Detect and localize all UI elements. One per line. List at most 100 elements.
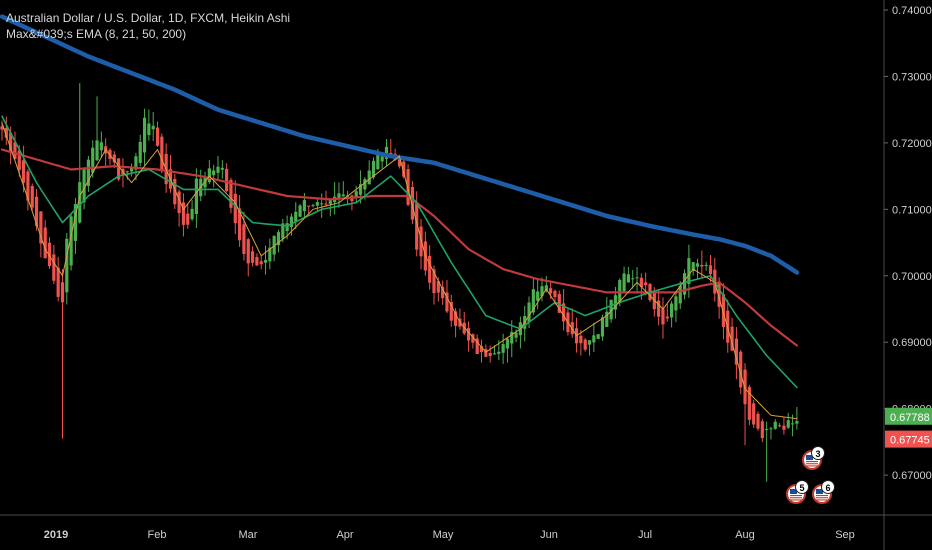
candle-body [635,277,639,279]
candle-body [778,425,782,427]
candle-body [795,421,799,424]
candle-body [298,205,302,217]
candle-body [626,274,630,283]
candle-body [501,344,505,353]
candle-body [488,352,492,357]
candle-body [56,267,60,297]
candle-body [769,428,773,430]
candle-body [380,156,384,162]
candle-body [700,264,704,267]
candle-body [99,142,103,151]
flag-stripe [790,499,802,501]
candle-body [752,403,756,425]
candle-body [492,353,497,355]
flag-stripe [806,461,818,463]
flag-stripe [806,465,818,467]
price-tick-label: 0.72000 [892,138,932,150]
candle-body [674,296,678,311]
candle-body [665,316,669,319]
candle-body [536,291,540,301]
candle-body [216,166,220,173]
candle-body [587,340,592,345]
candle-body [233,193,237,224]
candle-body [259,261,263,265]
candle-body [147,123,151,136]
candle-body [43,227,47,259]
candle-body [600,317,605,337]
price-tick-label: 0.70000 [892,271,932,283]
candle-body [363,179,367,190]
candle-body [505,338,510,349]
candle-body [678,285,682,304]
candle-body [212,170,216,176]
candle-body [307,205,311,207]
candle-body [704,264,708,266]
candle-body [514,332,518,338]
candle-body [315,202,319,206]
candle-body [579,335,583,344]
candle-body [622,273,626,292]
candle-body [765,428,769,430]
time-tick-label: Apr [336,529,353,541]
candle-body [30,185,34,208]
candle-body [708,265,713,275]
candle-body [151,125,155,130]
candle-body [549,288,553,294]
price-chart[interactable]: 0.670000.680000.690000.700000.710000.720… [0,0,932,550]
candle-body [263,259,268,263]
candle-body [311,205,315,207]
candle-body [22,160,26,183]
time-tick-label: Jul [638,529,652,541]
candle-body [242,224,246,255]
price-tag-label: 0.67788 [890,412,930,424]
chart-background [0,0,932,550]
candle-body [466,328,471,341]
time-tick-label: May [433,529,454,541]
candle-body [367,170,371,185]
candle-body [194,178,198,214]
candle-body [142,117,147,153]
candle-body [786,420,790,428]
price-tag-label: 0.67745 [890,435,930,447]
price-tick-label: 0.73000 [892,71,932,83]
candle-body [91,147,95,173]
candle-body [376,153,380,170]
time-tick-label: Jun [540,529,558,541]
candle-body [294,211,298,222]
candle-body [155,127,160,146]
candle-body [760,421,764,439]
candle-body [497,351,501,354]
candle-body [743,369,747,405]
candle-body [186,213,190,225]
badge-count: 3 [815,449,820,459]
candle-body [289,216,294,228]
time-tick-label: Feb [148,529,167,541]
candle-body [246,239,250,264]
badge-count: 5 [799,483,804,493]
flag-stripe [816,495,828,497]
candle-body [95,140,99,161]
candle-body [320,203,324,205]
candle-body [160,136,164,172]
price-tick-label: 0.69000 [892,337,932,349]
candle-body [324,203,328,205]
flag-stripe [790,497,802,499]
candle-body [670,303,674,318]
symbol-title[interactable]: Australian Dollar / U.S. Dollar, 1D, FXC… [6,10,290,26]
candle-body [285,223,289,232]
time-tick-label: 2019 [44,529,68,541]
candle-body [583,339,587,350]
time-tick-label: Sep [835,529,855,541]
indicator-title[interactable]: Max&#039;s EMA (8, 21, 50, 200) [6,26,290,42]
flag-stripe [816,499,828,501]
chart-root: 0.670000.680000.690000.700000.710000.720… [0,0,932,550]
candle-body [644,282,648,286]
candle-body [592,335,596,343]
candle-body [125,171,129,173]
candle-body [695,263,700,267]
candle-body [790,423,795,425]
flag-stripe [790,495,802,497]
candle-body [596,334,600,339]
candle-body [553,290,557,298]
candle-body [631,278,635,280]
